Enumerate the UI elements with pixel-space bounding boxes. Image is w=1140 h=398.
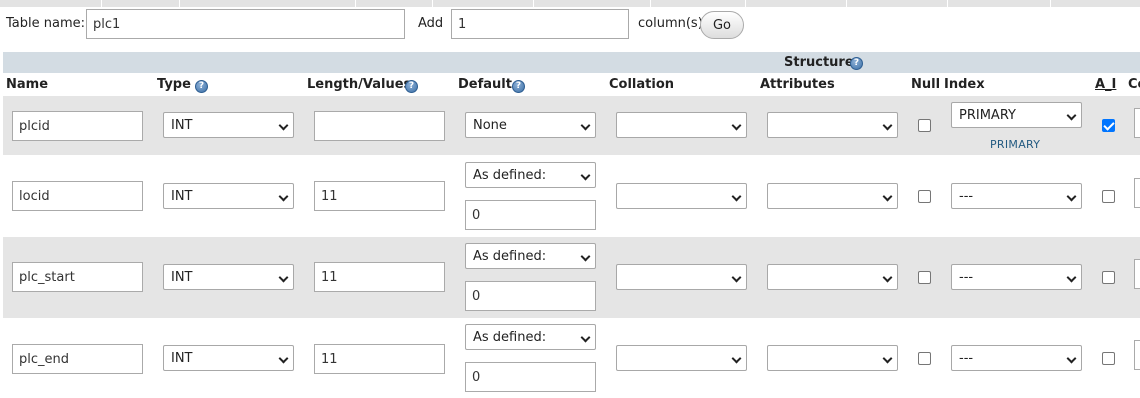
auto-increment-checkbox[interactable] [1102, 352, 1115, 365]
attributes-select[interactable] [767, 112, 898, 138]
help-icon[interactable]: ? [850, 57, 863, 70]
type-select-value: INT [171, 351, 193, 366]
default-select[interactable]: As defined: [465, 162, 596, 188]
auto-increment-checkbox[interactable] [1102, 190, 1115, 203]
header-default: Default [458, 77, 512, 92]
collation-select[interactable] [616, 112, 747, 138]
chevron-down-icon [882, 353, 893, 364]
null-checkbox[interactable] [918, 352, 931, 365]
auto-increment-checkbox[interactable] [1102, 271, 1115, 284]
chevron-down-icon [580, 251, 591, 262]
length-input[interactable] [314, 344, 445, 374]
chevron-down-icon [1066, 353, 1077, 364]
collation-select[interactable] [616, 183, 747, 209]
structure-header-bar [3, 52, 1140, 73]
header-collation: Collation [609, 77, 675, 92]
length-input[interactable] [314, 111, 445, 141]
add-label: Add [418, 16, 444, 31]
chevron-down-icon [278, 191, 289, 202]
type-select[interactable]: INT [163, 345, 294, 371]
index-select-value: --- [959, 351, 974, 366]
null-checkbox[interactable] [918, 271, 931, 284]
length-help-icon[interactable]: ? [405, 80, 418, 93]
chevron-down-icon [580, 170, 591, 181]
table-name-label: Table name: [6, 16, 85, 31]
default-select-value: None [473, 118, 507, 133]
chevron-down-icon [731, 353, 742, 364]
column-name-input[interactable] [12, 262, 143, 292]
chevron-down-icon [278, 353, 289, 364]
type-select-value: INT [171, 270, 193, 285]
comments-input[interactable] [1134, 259, 1140, 289]
chevron-down-icon [882, 120, 893, 131]
header-index: Index [944, 77, 985, 92]
length-input[interactable] [314, 262, 445, 292]
header-attributes: Attributes [760, 77, 835, 92]
index-select[interactable]: --- [951, 264, 1082, 290]
collation-select[interactable] [616, 264, 747, 290]
index-primary-link[interactable]: PRIMARY [990, 138, 1040, 151]
chevron-down-icon [580, 120, 591, 131]
default-select-value: As defined: [473, 330, 547, 345]
chevron-down-icon [882, 191, 893, 202]
chevron-down-icon [580, 332, 591, 343]
type-select-value: INT [171, 189, 193, 204]
go-button[interactable]: Go [700, 11, 744, 39]
default-value-input[interactable] [465, 362, 596, 392]
chevron-down-icon [278, 120, 289, 131]
columns-label: column(s) [638, 16, 703, 31]
index-select-value: --- [959, 270, 974, 285]
default-help-icon[interactable]: ? [512, 80, 525, 93]
default-select[interactable]: As defined: [465, 324, 596, 350]
comments-input[interactable] [1134, 178, 1140, 208]
chevron-down-icon [731, 272, 742, 283]
header-auto-increment: A_I [1095, 77, 1117, 92]
comments-input[interactable] [1134, 108, 1140, 138]
default-select[interactable]: As defined: [465, 243, 596, 269]
header-type: Type [157, 77, 191, 92]
chevron-down-icon [1066, 272, 1077, 283]
type-help-icon[interactable]: ? [195, 80, 208, 93]
structure-title: Structure [784, 55, 854, 70]
auto-increment-checkbox[interactable] [1102, 119, 1115, 132]
chevron-down-icon [731, 120, 742, 131]
type-select[interactable]: INT [163, 183, 294, 209]
attributes-select[interactable] [767, 345, 898, 371]
default-value-input[interactable] [465, 200, 596, 230]
column-name-input[interactable] [12, 344, 143, 374]
comments-input[interactable] [1134, 340, 1140, 370]
index-select-value: --- [959, 189, 974, 204]
chevron-down-icon [731, 191, 742, 202]
index-select-value: PRIMARY [959, 108, 1016, 123]
default-select-value: As defined: [473, 249, 547, 264]
top-tab-strip [0, 0, 1140, 7]
type-select[interactable]: INT [163, 112, 294, 138]
default-value-input[interactable] [465, 281, 596, 311]
header-name: Name [6, 77, 49, 92]
attributes-select[interactable] [767, 183, 898, 209]
table-name-input[interactable] [86, 9, 405, 39]
column-name-input[interactable] [12, 181, 143, 211]
chevron-down-icon [278, 272, 289, 283]
index-select[interactable]: PRIMARY [951, 102, 1082, 128]
default-select[interactable]: None [465, 112, 596, 138]
header-comments: Co [1128, 77, 1140, 92]
header-null: Null [911, 77, 941, 92]
header-length-values: Length/Values [307, 77, 412, 92]
index-select[interactable]: --- [951, 183, 1082, 209]
chevron-down-icon [882, 272, 893, 283]
attributes-select[interactable] [767, 264, 898, 290]
null-checkbox[interactable] [918, 190, 931, 203]
type-select-value: INT [171, 118, 193, 133]
default-select-value: As defined: [473, 168, 547, 183]
length-input[interactable] [314, 181, 445, 211]
chevron-down-icon [1066, 191, 1077, 202]
index-select[interactable]: --- [951, 345, 1082, 371]
column-name-input[interactable] [12, 111, 143, 141]
chevron-down-icon [1066, 110, 1077, 121]
add-columns-count-input[interactable] [451, 9, 629, 39]
type-select[interactable]: INT [163, 264, 294, 290]
null-checkbox[interactable] [918, 119, 931, 132]
collation-select[interactable] [616, 345, 747, 371]
